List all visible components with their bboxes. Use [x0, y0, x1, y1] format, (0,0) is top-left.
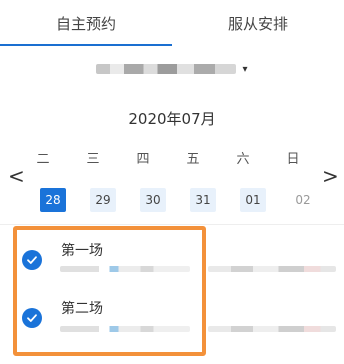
date-cell[interactable]: 30: [140, 188, 166, 212]
weekday-label: 五: [186, 152, 200, 167]
tab-label: 自主预约: [55, 14, 116, 33]
date-cell[interactable]: 01: [240, 188, 266, 212]
prev-week-button[interactable]: <: [8, 164, 25, 188]
date-cell-disabled: 02: [295, 193, 311, 207]
caret-down-icon: ▾: [242, 63, 248, 75]
obscured-session-extra: [208, 326, 336, 332]
weekday-row: 二 三 四 五 六 日: [28, 148, 328, 168]
date-cell-selected[interactable]: 28: [40, 188, 66, 212]
tab-self-booking[interactable]: 自主预约: [0, 0, 172, 46]
obscured-selector-value: [96, 64, 237, 74]
location-selector[interactable]: ▾: [0, 46, 344, 92]
tab-label: 服从安排: [227, 14, 288, 33]
date-cell[interactable]: 29: [90, 188, 116, 212]
weekday-label: 三: [86, 152, 100, 167]
month-title: 2020年07月: [128, 110, 216, 128]
highlight-box: [13, 226, 206, 356]
weekday-label: 六: [236, 152, 250, 167]
tab-bar: 自主预约 服从安排: [0, 0, 344, 46]
tab-assigned[interactable]: 服从安排: [172, 0, 344, 46]
weekday-label: 二: [36, 152, 50, 167]
divider: [0, 224, 344, 225]
weekday-label: 四: [136, 152, 150, 167]
weekday-label: 日: [286, 152, 300, 167]
date-row: 28 29 30 31 01 02: [28, 188, 328, 214]
obscured-session-extra: [208, 266, 336, 272]
date-cell[interactable]: 31: [190, 188, 216, 212]
